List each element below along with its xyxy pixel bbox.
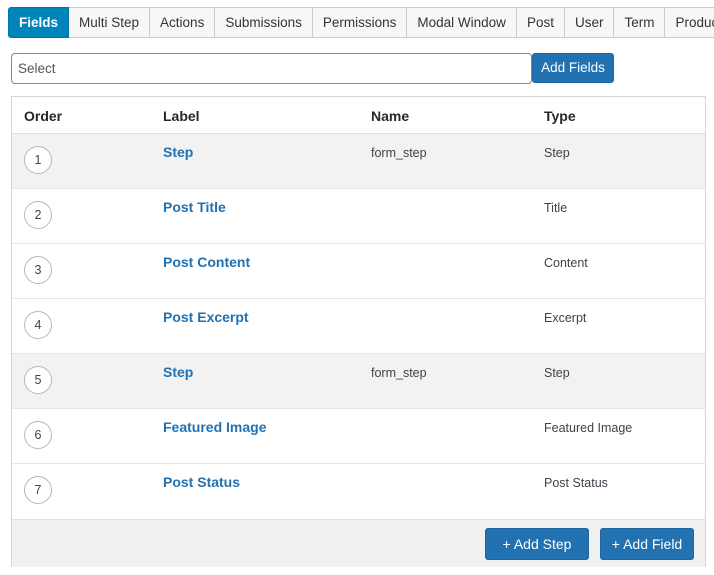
order-badge[interactable]: 6	[24, 421, 52, 449]
field-label-link[interactable]: Post Title	[163, 199, 226, 215]
column-header-order: Order	[24, 108, 63, 124]
field-type: Title	[544, 201, 568, 215]
order-badge[interactable]: 4	[24, 311, 52, 339]
field-type: Content	[544, 256, 588, 270]
order-badge[interactable]: 5	[24, 366, 52, 394]
tab-fields[interactable]: Fields	[8, 7, 70, 38]
add-step-button[interactable]: + Add Step	[485, 528, 589, 560]
tab-multi-step[interactable]: Multi Step	[69, 7, 151, 38]
table-row[interactable]: 4 Post Excerpt Excerpt	[12, 299, 705, 354]
tab-post[interactable]: Post	[516, 7, 565, 38]
tab-modal-window[interactable]: Modal Window	[407, 7, 517, 38]
order-badge[interactable]: 1	[24, 146, 52, 174]
field-select[interactable]: Select	[11, 53, 532, 84]
tab-term[interactable]: Term	[614, 7, 666, 38]
table-row[interactable]: 7 Post Status Post Status	[12, 464, 705, 519]
field-type: Featured Image	[544, 421, 633, 435]
add-fields-button[interactable]: Add Fields	[532, 53, 614, 83]
column-header-type: Type	[544, 108, 576, 124]
tab-bar: Fields Multi Step Actions Submissions Pe…	[8, 7, 714, 38]
order-badge[interactable]: 3	[24, 256, 52, 284]
table-row[interactable]: 3 Post Content Content	[12, 244, 705, 299]
field-name: form_step	[371, 366, 427, 380]
tab-product[interactable]: Product	[665, 7, 714, 38]
field-type: Step	[544, 146, 570, 160]
table-row[interactable]: 1 Step form_step Step	[12, 134, 705, 189]
field-type: Post Status	[544, 476, 608, 490]
column-header-name: Name	[371, 108, 410, 124]
field-label-link[interactable]: Step	[163, 364, 193, 380]
fields-table: Order Label Name Type 1 Step form_step S…	[11, 96, 706, 567]
order-badge[interactable]: 2	[24, 201, 52, 229]
add-field-button[interactable]: + Add Field	[600, 528, 694, 560]
field-type: Step	[544, 366, 570, 380]
tab-submissions[interactable]: Submissions	[215, 7, 313, 38]
tab-permissions[interactable]: Permissions	[312, 7, 408, 38]
field-type: Excerpt	[544, 311, 587, 325]
field-label-link[interactable]: Post Excerpt	[163, 309, 249, 325]
table-row[interactable]: 5 Step form_step Step	[12, 354, 705, 409]
field-label-link[interactable]: Step	[163, 144, 193, 160]
table-row[interactable]: 6 Featured Image Featured Image	[12, 409, 705, 464]
table-row[interactable]: 2 Post Title Title	[12, 189, 705, 244]
column-header-label: Label	[163, 108, 200, 124]
field-label-link[interactable]: Post Content	[163, 254, 250, 270]
field-label-link[interactable]: Post Status	[163, 474, 240, 490]
table-header: Order Label Name Type	[12, 97, 705, 134]
tab-actions[interactable]: Actions	[150, 7, 216, 38]
order-badge[interactable]: 7	[24, 476, 52, 504]
field-label-link[interactable]: Featured Image	[163, 419, 266, 435]
field-name: form_step	[371, 146, 427, 160]
tab-user[interactable]: User	[564, 7, 615, 38]
table-footer: + Add Step + Add Field	[12, 519, 705, 567]
